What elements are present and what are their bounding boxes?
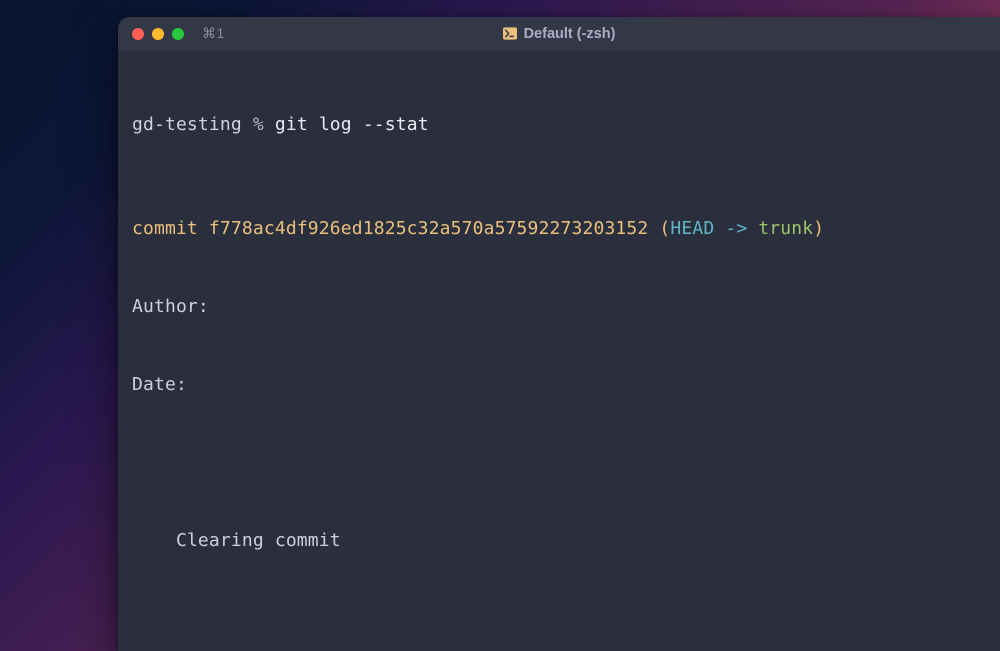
window-title: Default (-zsh) (118, 26, 1000, 42)
window-title-text: Default (-zsh) (524, 26, 616, 42)
commit-header-0: commit f778ac4df926ed1825c32a570a5759227… (132, 216, 986, 242)
minimize-icon[interactable] (152, 28, 164, 40)
zoom-icon[interactable] (172, 28, 184, 40)
close-icon[interactable] (132, 28, 144, 40)
date-line: Date: (132, 372, 986, 398)
commit-hash: f778ac4df926ed1825c32a570a57592273203152 (209, 218, 648, 239)
ref-branch: trunk (758, 218, 813, 239)
prompt-dir: gd-testing (132, 114, 242, 135)
prompt-line: gd-testing % git log --stat (132, 112, 986, 138)
author-line: Author: (132, 294, 986, 320)
traffic-lights (132, 28, 184, 40)
ref-head: HEAD -> (670, 218, 758, 239)
terminal-content[interactable]: gd-testing % git log --stat commit f778a… (118, 50, 1000, 651)
ref-close: ) (813, 218, 824, 239)
tab-shortcut: ⌘1 (202, 25, 225, 42)
command-text: git log --stat (275, 114, 429, 135)
ref-open: ( (659, 218, 670, 239)
commit-label: commit (132, 218, 198, 239)
prompt-icon (503, 27, 517, 41)
terminal-window: ⌘1 Default (-zsh) gd-testing % git log -… (118, 17, 1000, 651)
prompt-symbol: % (253, 114, 264, 135)
commit-message: Clearing commit (132, 528, 986, 554)
titlebar: ⌘1 Default (-zsh) (118, 17, 1000, 50)
